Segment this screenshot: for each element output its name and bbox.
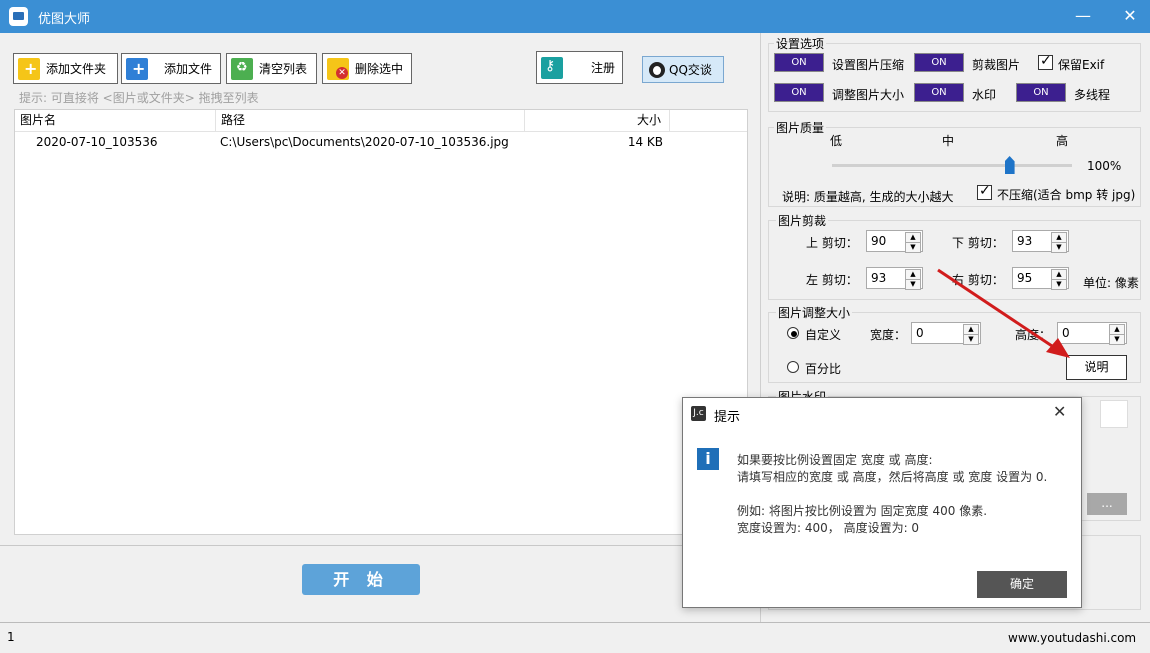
watermark-label: 水印 [972,86,996,103]
custom-radio[interactable] [787,327,799,339]
add-folder-button[interactable]: + 添加文件夹 [13,53,118,84]
clear-list-button[interactable]: ♻ 清空列表 [226,53,317,84]
dialog-close-icon[interactable]: ✕ [1053,402,1066,421]
multithread-label: 多线程 [1074,86,1110,103]
dialog-line-4: 宽度设置为: 400， 高度设置为: 0 [737,520,1047,537]
clear-list-label: 清空列表 [259,60,307,77]
crop-label: 剪裁图片 [972,56,1020,73]
folder-delete-icon: ✕ [327,58,349,80]
info-dialog: J.c 提示 ✕ i 如果要按比例设置固定 宽度 或 高度: 请填写相应的宽度 … [682,397,1082,608]
spin-down-icon[interactable]: ▼ [1109,334,1125,345]
minimize-button[interactable]: — [1068,4,1098,28]
percent-label: 百分比 [805,360,841,377]
crop-top-value: 90 [871,234,886,248]
qq-penguin-icon [649,62,665,78]
table-row[interactable]: 2020-07-10_103536 C:\Users\pc\Documents\… [15,132,747,154]
delete-selected-label: 删除选中 [355,60,403,77]
crop-bottom-value: 93 [1017,234,1032,248]
width-value: 0 [916,326,924,340]
file-list[interactable]: 图片名 路径 大小 2020-07-10_103536 C:\Users\pc\… [14,109,748,535]
row-file-name: 2020-07-10_103536 [36,132,158,152]
column-header-size[interactable]: 大小 [525,110,670,132]
title-bar: 优图大师 — ✕ [0,0,1150,33]
watermark-toggle[interactable]: ON [914,83,964,102]
qq-chat-button[interactable]: QQ交谈 [642,56,724,83]
dialog-line-1: 如果要按比例设置固定 宽度 或 高度: [737,452,1047,469]
dialog-line-2: 请填写相应的宽度 或 高度，然后将高度 或 宽度 设置为 0. [737,469,1047,486]
crop-bottom-input[interactable]: 93▲▼ [1012,230,1069,252]
qq-chat-label: QQ交谈 [669,61,712,78]
close-button[interactable]: ✕ [1115,4,1145,28]
add-file-label: 添加文件 [164,60,212,77]
dialog-message: 如果要按比例设置固定 宽度 或 高度: 请填写相应的宽度 或 高度，然后将高度 … [737,452,1047,537]
add-folder-label: 添加文件夹 [46,60,106,77]
resize-toggle[interactable]: ON [774,83,824,102]
column-header-path[interactable]: 路径 [216,110,525,132]
arrow-head [1046,338,1070,358]
divider [0,545,760,546]
crop-top-input[interactable]: 90▲▼ [866,230,923,252]
website-text: www.youtudashi.com [1008,631,1136,645]
custom-label: 自定义 [805,326,841,343]
spin-down-icon[interactable]: ▼ [905,279,921,290]
recycle-icon: ♻ [231,58,253,80]
drag-hint: 提示: 可直接将 <图片或文件夹> 拖拽至列表 [19,89,259,106]
keep-exif-label: 保留Exif [1058,56,1104,73]
status-bar: 1 www.youtudashi.com [0,622,1150,653]
dialog-title: 提示 [714,406,740,425]
multithread-toggle[interactable]: ON [1016,83,1066,102]
no-compress-label: 不压缩(适合 bmp 转 jpg) [997,186,1135,203]
annotation-arrow [930,262,1080,372]
keep-exif-checkbox[interactable] [1038,55,1053,70]
spin-down-icon[interactable]: ▼ [905,242,921,253]
watermark-color-swatch[interactable] [1100,400,1128,428]
folder-plus-icon: + [18,58,40,80]
quality-title: 图片质量 [774,119,826,136]
crop-bottom-label: 下 剪切： [952,234,1004,251]
quality-low-label: 低 [830,132,842,149]
crop-unit: 单位: 像素 [1083,274,1139,291]
crop-left-value: 93 [871,271,886,285]
dialog-ok-button[interactable]: 确定 [977,571,1067,598]
start-button[interactable]: 开 始 [302,564,420,595]
spin-down-icon[interactable]: ▼ [1051,242,1067,253]
add-file-button[interactable]: + 添加文件 [121,53,221,84]
quality-slider-track[interactable] [832,164,1072,167]
dialog-app-icon: J.c [691,406,706,421]
crop-toggle[interactable]: ON [914,53,964,72]
resize-label: 调整图片大小 [832,86,904,103]
compress-label: 设置图片压缩 [832,56,904,73]
list-header: 图片名 路径 大小 [15,110,747,132]
resize-title: 图片调整大小 [776,304,852,321]
percent-radio[interactable] [787,361,799,373]
crop-top-label: 上 剪切： [806,234,858,251]
settings-title: 设置选项 [774,35,826,52]
delete-selected-button[interactable]: ✕ 删除选中 [322,53,412,84]
row-file-path: C:\Users\pc\Documents\2020-07-10_103536.… [220,132,509,152]
register-label: 注册 [591,59,615,76]
quality-note: 说明: 质量越高, 生成的大小越大 [782,188,954,205]
quality-high-label: 高 [1056,132,1068,149]
app-title: 优图大师 [38,8,90,27]
app-logo-icon [9,7,28,26]
dialog-line-3: 例如: 将图片按比例设置为 固定宽度 400 像素. [737,503,1047,520]
row-file-size: 14 KB [615,132,663,152]
info-icon: i [697,448,719,470]
crop-left-label: 左 剪切： [806,271,858,288]
width-label: 宽度： [870,326,906,343]
watermark-browse-button[interactable]: ... [1087,493,1127,515]
status-file-count: 1 [7,630,15,644]
register-button[interactable]: ⚷ 注册 [536,51,623,84]
crop-left-input[interactable]: 93▲▼ [866,267,923,289]
quality-mid-label: 中 [942,132,954,149]
column-header-name[interactable]: 图片名 [15,110,216,132]
no-compress-checkbox[interactable] [977,185,992,200]
quality-value: 100% [1087,159,1121,173]
crop-title: 图片剪裁 [776,212,828,229]
file-plus-icon: + [126,58,148,80]
compress-toggle[interactable]: ON [774,53,824,72]
arrow-shaft [938,270,1058,350]
key-icon: ⚷ [541,57,563,79]
